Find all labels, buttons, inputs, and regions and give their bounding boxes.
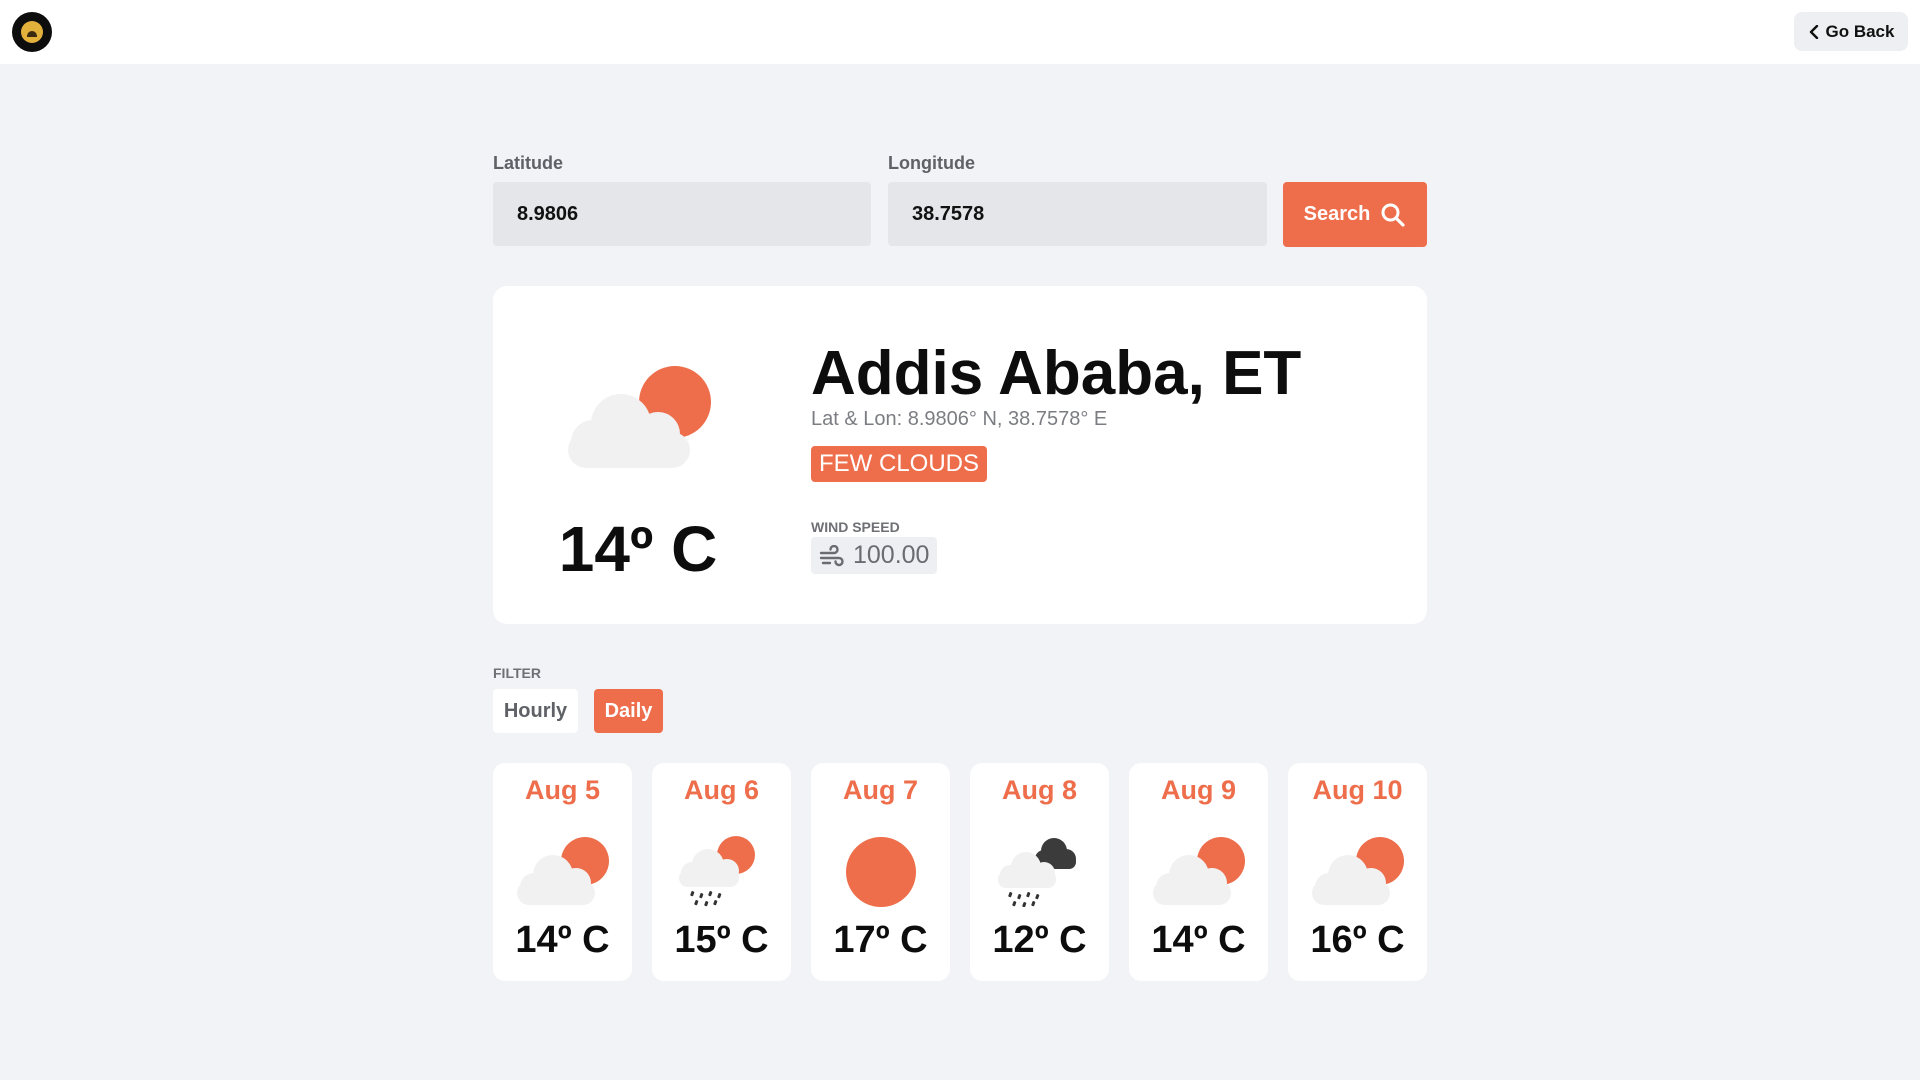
rain-sun-icon <box>679 836 755 907</box>
forecast-temperature: 15º C <box>674 919 769 961</box>
forecast-date: Aug 5 <box>524 775 600 805</box>
forecast-temperature: 14º C <box>1151 919 1246 961</box>
sun-icon <box>846 837 916 907</box>
go-back-label: Go Back <box>1825 21 1895 41</box>
wind-icon <box>819 544 844 566</box>
rain-dark-cloud-icon <box>998 838 1076 907</box>
chevron-left-icon <box>1809 24 1818 39</box>
forecast-date: Aug 10 <box>1312 775 1403 805</box>
filter-daily-button[interactable]: Daily <box>594 689 663 733</box>
cloud-sun-icon <box>1153 837 1245 905</box>
search-button[interactable]: Search <box>1283 182 1427 247</box>
cloud-sun-icon <box>568 366 711 468</box>
city-name: Addis Ababa, ET <box>811 339 1302 408</box>
go-back-button[interactable]: Go Back <box>1794 12 1908 51</box>
coordinates-text: Lat & Lon: 8.9806° N, 38.7578° E <box>811 408 1108 430</box>
forecast-card[interactable]: Aug 7 17º C <box>811 763 950 981</box>
current-temperature: 14º C <box>558 513 718 585</box>
forecast-card[interactable]: Aug 5 14º C <box>493 763 632 981</box>
latitude-input[interactable] <box>493 182 871 246</box>
wind-speed-value: 100.00 <box>853 541 930 569</box>
filter-hourly-button[interactable]: Hourly <box>493 689 578 733</box>
top-bar: Go Back <box>0 0 1920 64</box>
longitude-input[interactable] <box>888 182 1267 246</box>
wind-speed-label: WIND SPEED <box>811 519 900 535</box>
forecast-temperature: 17º C <box>833 919 928 961</box>
cloud-sun-icon <box>1312 837 1404 905</box>
longitude-label: Longitude <box>888 153 975 173</box>
forecast-date: Aug 7 <box>842 775 918 805</box>
forecast-temperature: 14º C <box>515 919 610 961</box>
app-logo[interactable] <box>12 12 52 52</box>
logo-emblem <box>21 21 43 43</box>
search-button-label: Search <box>1303 203 1371 225</box>
search-icon <box>1381 203 1405 227</box>
latitude-label: Latitude <box>493 153 563 173</box>
forecast-card[interactable]: Aug 9 14º C <box>1129 763 1268 981</box>
forecast-date: Aug 8 <box>1001 775 1077 805</box>
current-weather-card: 14º C Addis Ababa, ET Lat & Lon: 8.9806°… <box>493 286 1427 624</box>
condition-badge: FEW CLOUDS <box>811 446 988 482</box>
forecast-temperature: 12º C <box>992 919 1087 961</box>
forecast-date: Aug 6 <box>683 775 759 805</box>
wind-speed-badge: 100.00 <box>811 537 938 574</box>
forecast-card[interactable]: Aug 6 15º C <box>652 763 791 981</box>
forecast-date: Aug 9 <box>1160 775 1236 805</box>
forecast-card[interactable]: Aug 8 12º C <box>970 763 1109 981</box>
cloud-sun-icon <box>517 837 609 905</box>
forecast-temperature: 16º C <box>1310 919 1405 961</box>
filter-label: FILTER <box>493 665 541 681</box>
forecast-card[interactable]: Aug 10 16º C <box>1288 763 1427 981</box>
